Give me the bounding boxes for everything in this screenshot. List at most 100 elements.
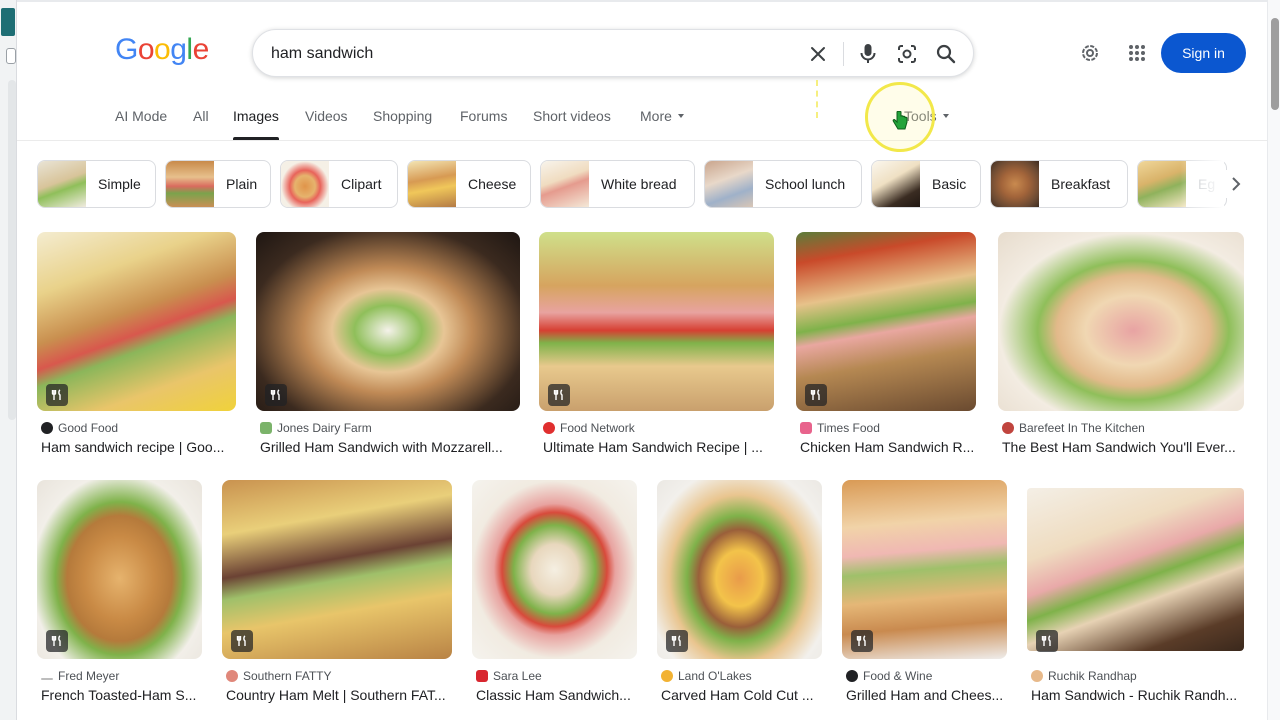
scrollbar-thumb[interactable]	[1271, 18, 1279, 110]
result-source[interactable]: Land O'Lakes	[661, 669, 752, 683]
favicon-icon	[226, 670, 238, 682]
result-source-label: Land O'Lakes	[678, 669, 752, 683]
gear-icon[interactable]	[1078, 41, 1102, 65]
chip-thumbnail	[1138, 161, 1186, 207]
result-source[interactable]: Times Food	[800, 421, 880, 435]
image-result[interactable]: Times Food Chicken Ham Sandwich R...	[796, 232, 976, 462]
result-source-label: Barefeet In The Kitchen	[1019, 421, 1145, 435]
result-image[interactable]	[37, 232, 236, 411]
chip-basic[interactable]: Basic	[871, 160, 981, 208]
image-result[interactable]: Good Food Ham sandwich recipe | Goo...	[37, 232, 236, 462]
result-title[interactable]: Ultimate Ham Sandwich Recipe | ...	[543, 439, 774, 455]
tabs-divider	[17, 140, 1267, 141]
chip-label: White bread	[601, 176, 677, 192]
search-divider	[843, 42, 844, 66]
result-title[interactable]: Country Ham Melt | Southern FAT...	[226, 687, 452, 703]
google-logo[interactable]: Google	[115, 33, 209, 67]
tab-all[interactable]: All	[193, 108, 209, 140]
result-source-label: Food Network	[560, 421, 635, 435]
image-result[interactable]: Barefeet In The Kitchen The Best Ham San…	[998, 232, 1244, 462]
close-icon[interactable]	[806, 42, 830, 66]
chip-thumbnail	[166, 161, 214, 207]
result-title[interactable]: Chicken Ham Sandwich R...	[800, 439, 976, 455]
chevron-down-icon	[942, 114, 949, 119]
image-result[interactable]: Southern FATTY Country Ham Melt | Southe…	[222, 480, 452, 710]
result-source[interactable]: Fred Meyer	[41, 669, 119, 683]
image-result[interactable]: Land O'Lakes Carved Ham Cold Cut ...	[657, 480, 822, 710]
top-edge	[17, 0, 1267, 2]
chip-clipart[interactable]: Clipart	[280, 160, 398, 208]
chip-thumbnail	[281, 161, 329, 207]
logo-letter: e	[192, 33, 210, 66]
result-title[interactable]: French Toasted-Ham S...	[41, 687, 202, 703]
result-image[interactable]	[222, 480, 452, 659]
image-result[interactable]: Jones Dairy Farm Grilled Ham Sandwich wi…	[256, 232, 520, 462]
image-result[interactable]: Sara Lee Classic Ham Sandwich...	[472, 480, 637, 710]
chevron-right-icon[interactable]	[1222, 170, 1250, 198]
result-source[interactable]: Southern FATTY	[226, 669, 331, 683]
result-source-label: Southern FATTY	[243, 669, 332, 683]
image-result[interactable]: Fred Meyer French Toasted-Ham S...	[37, 480, 202, 710]
sign-in-button[interactable]: Sign in	[1161, 33, 1246, 73]
result-source-label: Fred Meyer	[58, 669, 120, 683]
search-box[interactable]	[252, 29, 974, 77]
favicon-icon	[1002, 422, 1014, 434]
chip-label: Plain	[226, 176, 258, 192]
result-title[interactable]: Carved Ham Cold Cut ...	[661, 687, 822, 703]
apps-grid-icon[interactable]	[1125, 41, 1149, 65]
page-scrollbar[interactable]	[1267, 0, 1280, 720]
camera-lens-icon[interactable]	[895, 42, 919, 66]
tab-forums[interactable]: Forums	[460, 108, 507, 140]
search-input[interactable]	[271, 42, 791, 66]
result-image[interactable]	[998, 232, 1244, 411]
chip-scroll-fade	[1180, 158, 1224, 210]
tab-images[interactable]: Images	[233, 108, 279, 140]
result-source[interactable]: Jones Dairy Farm	[260, 421, 372, 435]
tab-ai-mode[interactable]: AI Mode	[115, 108, 167, 140]
chip-thumbnail	[705, 161, 753, 207]
result-source-label: Good Food	[58, 421, 119, 435]
chip-plain[interactable]: Plain	[165, 160, 271, 208]
result-source[interactable]: Good Food	[41, 421, 118, 435]
chip-cheese[interactable]: Cheese	[407, 160, 531, 208]
result-title[interactable]: Ham sandwich recipe | Goo...	[41, 439, 237, 455]
result-title[interactable]: Grilled Ham Sandwich with Mozzarell...	[260, 439, 520, 455]
search-icon[interactable]	[934, 42, 958, 66]
result-source[interactable]: Barefeet In The Kitchen	[1002, 421, 1145, 435]
logo-letter: g	[170, 33, 187, 66]
fork-knife-icon	[265, 384, 287, 406]
image-result[interactable]: Food & Wine Grilled Ham and Chees...	[842, 480, 1007, 710]
chip-breakfast[interactable]: Breakfast	[990, 160, 1128, 208]
tab-videos[interactable]: Videos	[305, 108, 348, 140]
result-title[interactable]: Ham Sandwich - Ruchik Randh...	[1031, 687, 1244, 703]
browser-side-chrome	[0, 0, 17, 720]
tab-shopping[interactable]: Shopping	[373, 108, 432, 140]
result-image[interactable]	[1027, 488, 1244, 651]
image-result[interactable]: Ruchik Randhap Ham Sandwich - Ruchik Ran…	[1027, 488, 1244, 710]
chip-simple[interactable]: Simple	[37, 160, 156, 208]
result-title[interactable]: Classic Ham Sandwich...	[476, 687, 637, 703]
result-source-label: Jones Dairy Farm	[277, 421, 372, 435]
result-source-label: Ruchik Randhap	[1048, 669, 1137, 683]
result-image[interactable]	[539, 232, 774, 411]
result-title[interactable]: The Best Ham Sandwich You'll Ever...	[1002, 439, 1244, 455]
fork-knife-icon	[666, 630, 688, 652]
logo-letter: G	[115, 33, 138, 66]
result-source[interactable]: Ruchik Randhap	[1031, 669, 1137, 683]
tab-short-videos[interactable]: Short videos	[533, 108, 611, 140]
logo-letter: o	[137, 33, 155, 66]
result-title[interactable]: Grilled Ham and Chees...	[846, 687, 1007, 703]
chip-thumbnail	[38, 161, 86, 207]
result-source[interactable]: Food Network	[543, 421, 635, 435]
chip-thumbnail	[541, 161, 589, 207]
chip-school-lunch[interactable]: School lunch	[704, 160, 862, 208]
result-image[interactable]	[472, 480, 637, 659]
result-source[interactable]: Sara Lee	[476, 669, 542, 683]
microphone-icon[interactable]	[856, 42, 880, 66]
image-result[interactable]: Food Network Ultimate Ham Sandwich Recip…	[539, 232, 774, 462]
tab-more[interactable]: More	[640, 108, 684, 140]
chip-white-bread[interactable]: White bread	[540, 160, 695, 208]
result-source[interactable]: Food & Wine	[846, 669, 932, 683]
result-image[interactable]	[256, 232, 520, 411]
chip-label: Cheese	[468, 176, 517, 192]
